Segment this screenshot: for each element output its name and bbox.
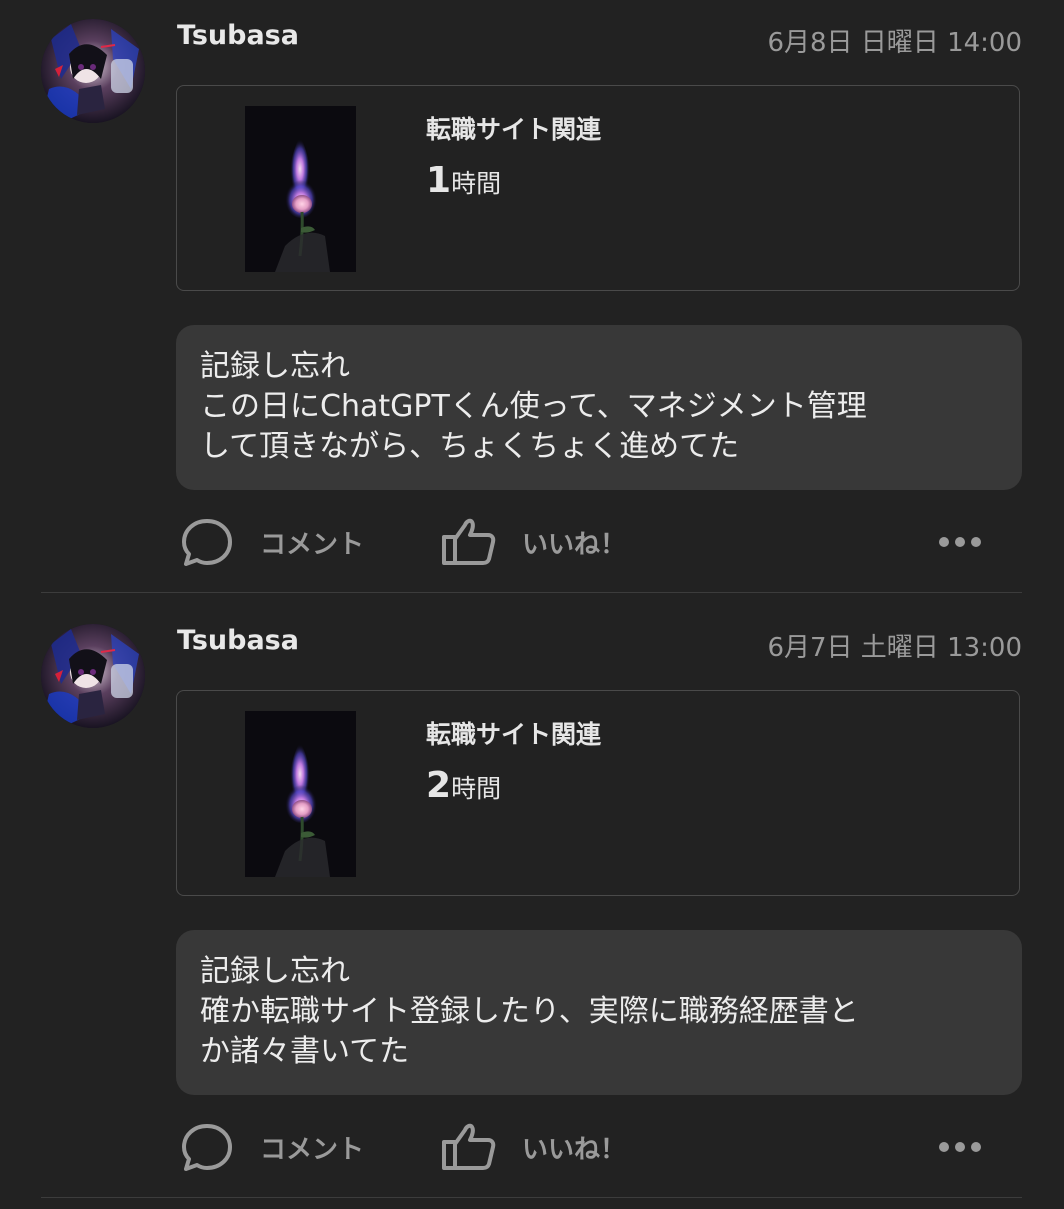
post-timestamp: 6月8日 日曜日 14:00 [767,28,1022,58]
record-thumbnail [245,711,356,877]
duration-value: 2 [426,765,452,806]
comment-line: 確か転職サイト登録したり、実際に職務経歴書と [200,994,859,1029]
comment-label: コメント [260,529,365,560]
duration-unit: 時間 [451,169,502,198]
more-options-button[interactable] [938,1133,982,1161]
comment-button[interactable]: コメント [178,1117,364,1177]
study-record-card[interactable]: 転職サイト関連 2時間 [176,690,1020,896]
record-category: 転職サイト関連 [426,115,602,144]
thumbs-up-icon [442,1123,496,1170]
record-duration: 1時間 [426,160,501,201]
post-timestamp: 6月7日 土曜日 13:00 [767,633,1022,663]
more-dots-icon [939,537,981,547]
comment-line: 記録し忘れ [200,954,350,989]
post-comment: 記録し忘れ この日にChatGPTくん使って、マネジメント管理 して頂きながら、… [176,325,1022,490]
timeline-post: Tsubasa 6月7日 土曜日 13:00 転職サイト関連 2時間 記録し忘れ… [0,605,1064,1209]
post-actions: コメント いいね！ [0,512,1064,572]
duration-unit: 時間 [451,774,502,803]
like-label: いいね！ [522,1134,627,1165]
post-divider [41,592,1022,593]
like-label: いいね！ [522,529,627,560]
speech-bubble-icon [182,519,232,566]
more-dots-icon [939,1142,981,1152]
like-button[interactable]: いいね！ [440,512,626,572]
duration-value: 1 [426,160,452,201]
speech-bubble-icon [182,1124,232,1171]
like-button[interactable]: いいね！ [440,1117,626,1177]
record-thumbnail [245,106,356,272]
comment-line: この日にChatGPTくん使って、マネジメント管理 [200,389,867,424]
post-actions: コメント いいね！ [0,1117,1064,1177]
more-options-button[interactable] [938,528,982,556]
comment-button[interactable]: コメント [178,512,364,572]
username[interactable]: Tsubasa [177,625,299,656]
user-avatar[interactable] [41,19,145,123]
record-category: 転職サイト関連 [426,720,602,749]
comment-line: して頂きながら、ちょくちょく進めてた [200,429,740,464]
comment-line: か諸々書いてた [200,1034,410,1069]
post-comment: 記録し忘れ 確か転職サイト登録したり、実際に職務経歴書と か諸々書いてた [176,930,1022,1095]
comment-label: コメント [260,1134,365,1165]
study-record-card[interactable]: 転職サイト関連 1時間 [176,85,1020,291]
record-duration: 2時間 [426,765,501,806]
comment-line: 記録し忘れ [200,349,350,384]
user-avatar[interactable] [41,624,145,728]
post-divider [41,1197,1022,1198]
thumbs-up-icon [442,518,496,565]
timeline-post: Tsubasa 6月8日 日曜日 14:00 転職サイト関連 1時間 記録し忘れ… [0,0,1064,604]
username[interactable]: Tsubasa [177,20,299,51]
